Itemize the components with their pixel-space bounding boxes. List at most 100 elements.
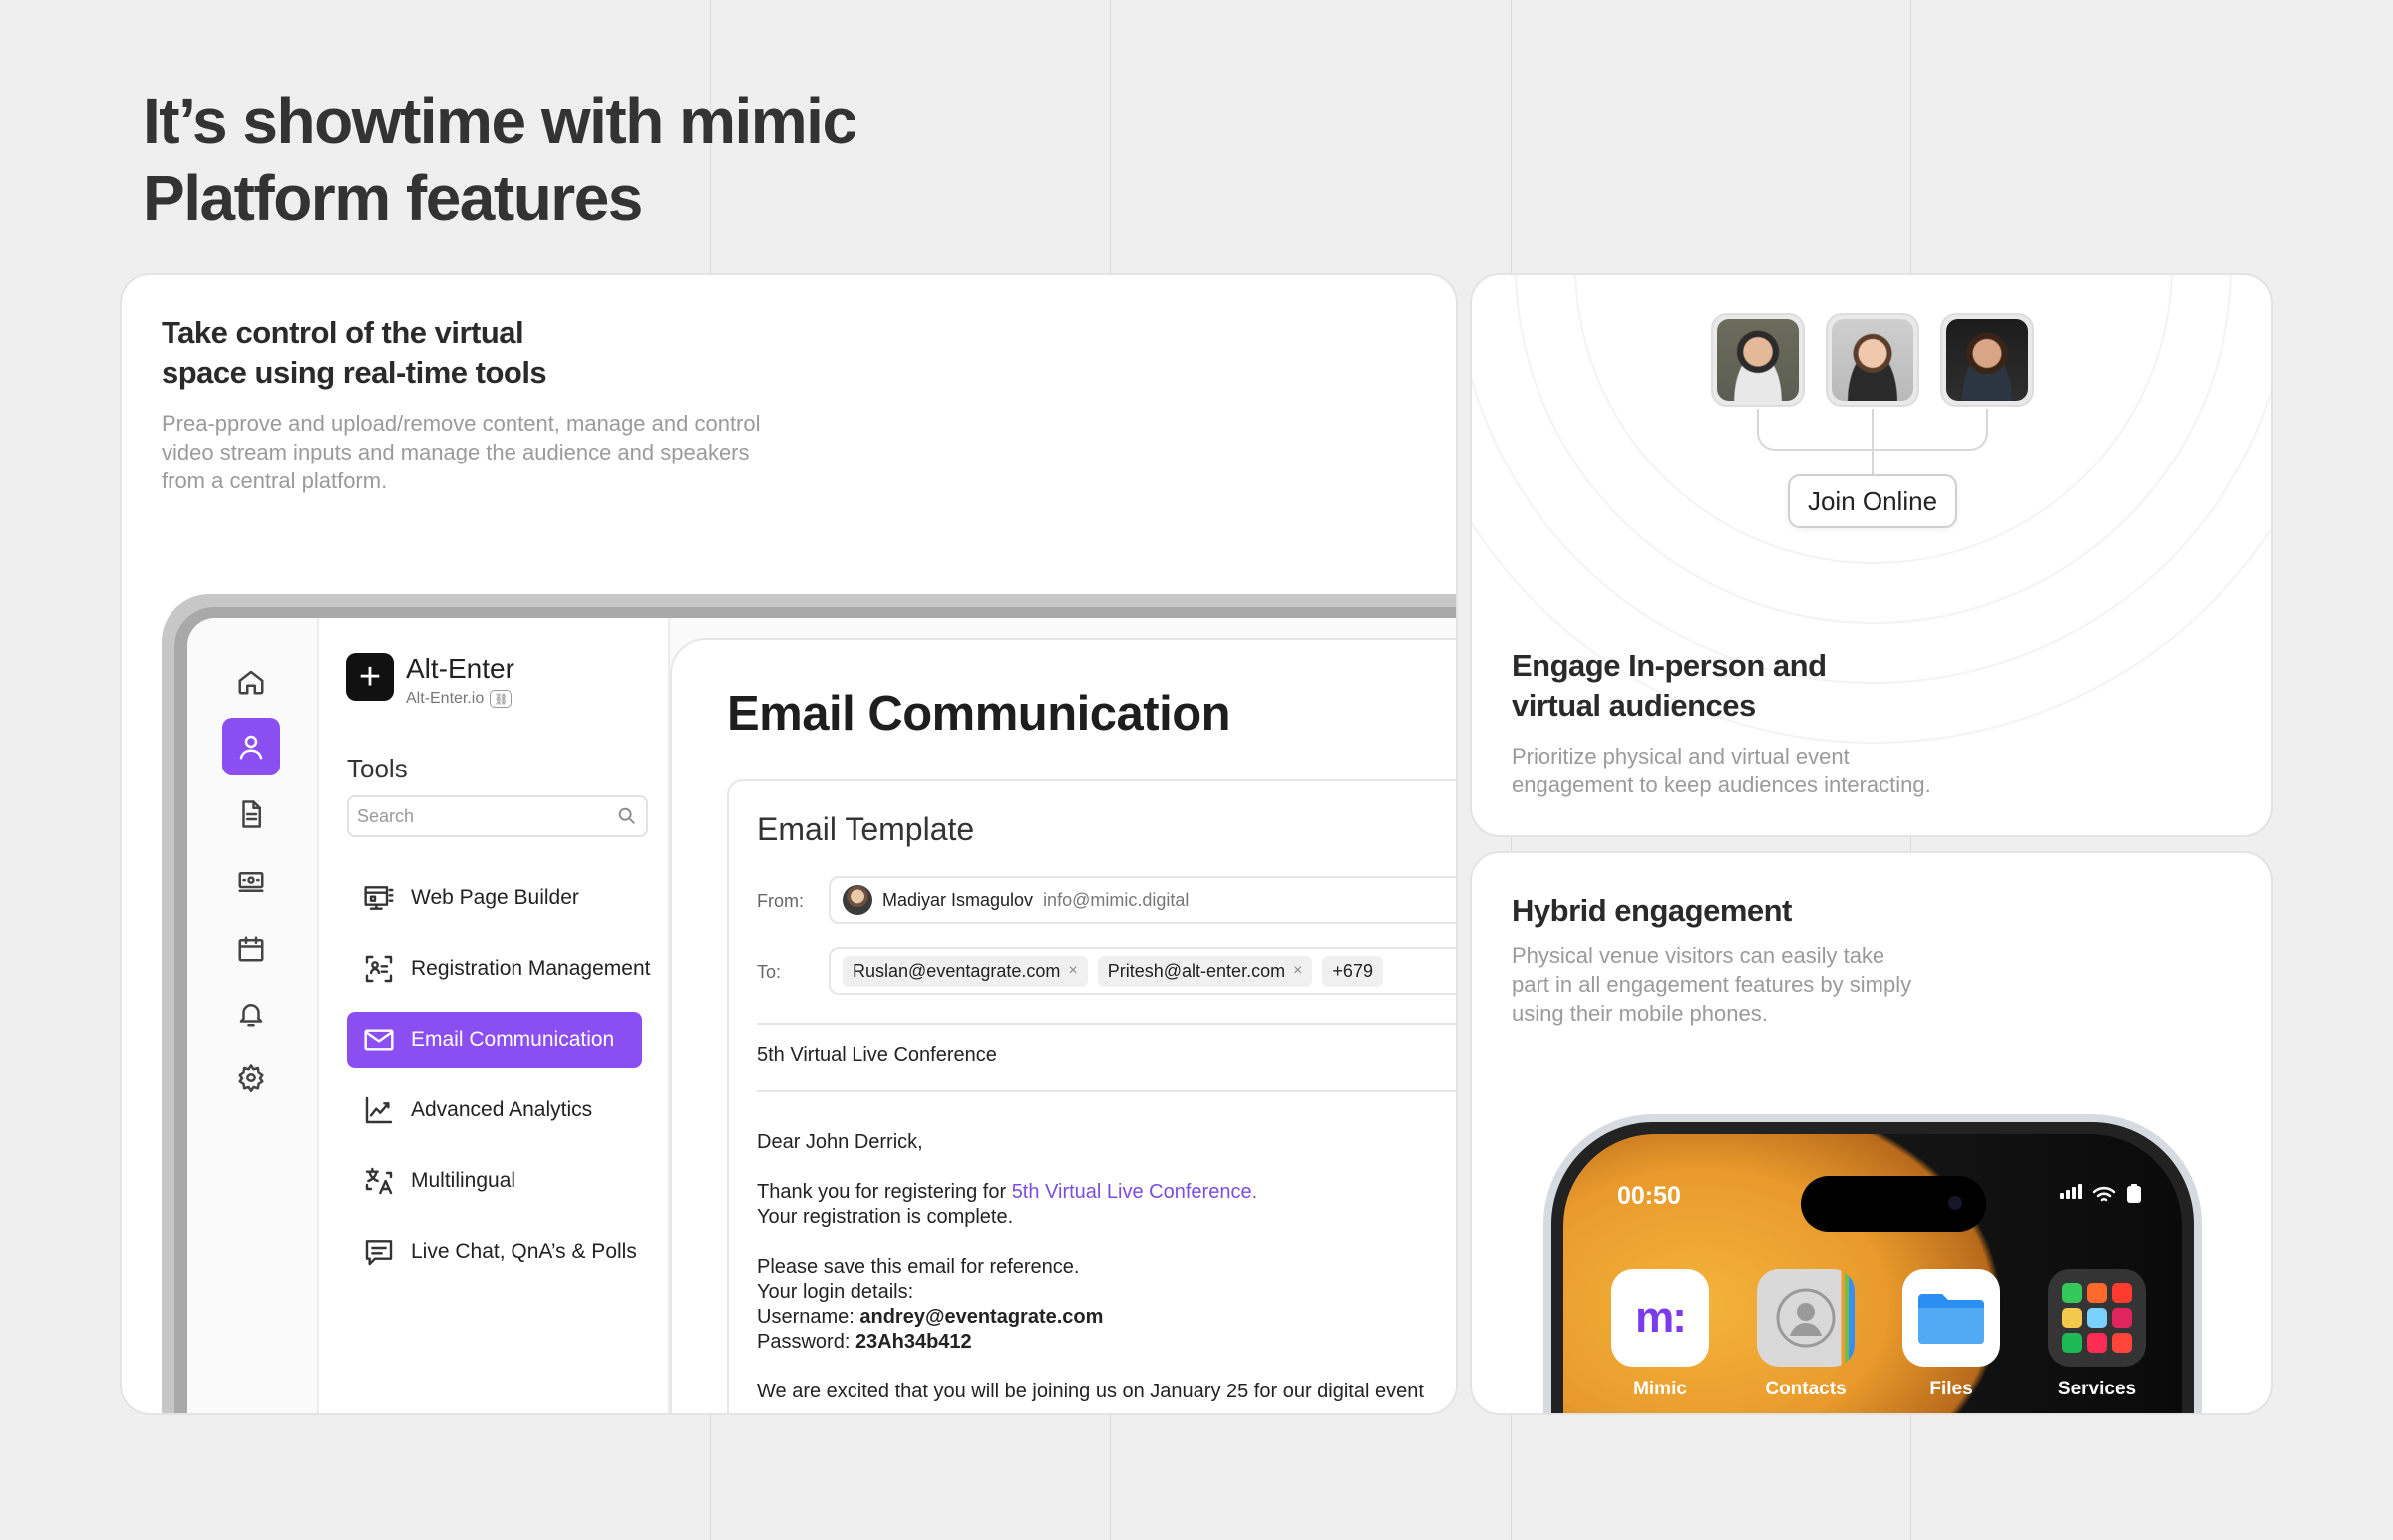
mimic-logo-icon[interactable]: m: [1611, 1269, 1709, 1367]
join-online-button[interactable]: Join Online [1788, 474, 1957, 528]
signal-icon [2060, 1184, 2084, 1204]
card-description: Physical venue visitors can easily take … [1512, 941, 1911, 1028]
app-label: Contacts [1765, 1379, 1847, 1399]
document-icon[interactable] [222, 785, 280, 843]
close-icon[interactable]: × [1293, 962, 1302, 980]
connector-line [1757, 409, 1873, 451]
status-time: 00:50 [1617, 1182, 1681, 1210]
wifi-icon [2092, 1187, 2116, 1202]
link-icon[interactable]: ⛓ [490, 690, 513, 708]
avatar [843, 885, 872, 915]
org-name: Alt-Enter [406, 653, 514, 684]
page-title-line: It’s showtime with mimic [143, 85, 857, 156]
page-title: It’s showtime with mimic Platform featur… [143, 82, 857, 237]
email-closing: We are excited that you will be joining … [757, 1381, 1424, 1402]
search-input[interactable] [349, 797, 598, 835]
email-template-title: Email Template [757, 811, 975, 847]
card-title: Take control of the virtual space using … [162, 313, 547, 393]
connector-line [1873, 409, 1988, 451]
phone-mockup: 00:50 m: Mimic Contacts Files Services [1543, 1114, 2202, 1413]
card-description-line: Prioritize physical and virtual event [1512, 744, 1850, 769]
folder-icon[interactable] [1902, 1269, 2000, 1367]
email-save-note: Please save this email for reference. [757, 1256, 1080, 1278]
search-icon[interactable] [616, 805, 638, 827]
contacts-icon[interactable] [1757, 1269, 1855, 1367]
recipient-chip[interactable]: Pritesh@alt-enter.com × [1097, 955, 1313, 987]
from-field[interactable]: Madiyar Ismagulov info@mimic.digital [829, 876, 1456, 924]
chat-icon [365, 1240, 393, 1266]
tool-label: Live Chat, QnA’s & Polls [411, 1240, 637, 1263]
status-icons [2060, 1184, 2144, 1204]
from-name: Madiyar Ismagulov [882, 889, 1034, 910]
card-title: Hybrid engagement [1512, 891, 1792, 931]
tool-label: Multilingual [411, 1169, 516, 1192]
attendee-avatar [1940, 313, 2034, 407]
main-content: Email Communication Email Template From:… [670, 618, 1456, 1413]
close-icon[interactable]: × [1068, 962, 1077, 980]
card-title-line: Take control of the virtual [162, 315, 524, 350]
password-label: Password: [757, 1331, 855, 1353]
services-folder-icon[interactable] [2048, 1269, 2146, 1367]
divider [757, 1023, 1456, 1025]
tool-label: Email Communication [411, 1028, 615, 1051]
gear-icon[interactable] [222, 1049, 280, 1106]
email-thanks-text: Thank you for registering for [757, 1181, 1012, 1203]
mimic-logo-text: m: [1635, 1293, 1687, 1342]
card-title: Engage In-person and virtual audiences [1512, 646, 1827, 726]
card-description-line: using their mobile phones. [1512, 1001, 1768, 1026]
translate-icon [365, 1167, 393, 1195]
card-title-line: space using real-time tools [162, 355, 547, 390]
app-label: Services [2057, 1379, 2137, 1399]
tool-registration-management[interactable]: Registration Management [347, 941, 650, 997]
tool-multilingual[interactable]: Multilingual [347, 1153, 642, 1209]
org-logo: + [346, 653, 394, 701]
tool-label: Web Page Builder [411, 886, 579, 909]
phone-screen: 00:50 m: Mimic Contacts Files Services [1563, 1134, 2182, 1413]
app-label: Mimic [1633, 1379, 1687, 1399]
camera-icon [1948, 1196, 1962, 1210]
tool-label: Registration Management [411, 957, 651, 980]
org-domain: Alt-Enter.io ⛓ [406, 690, 513, 708]
org-domain-text: Alt-Enter.io [406, 690, 485, 707]
email-complete: Your registration is complete. [757, 1206, 1014, 1228]
tools-search [347, 795, 648, 837]
page-title-line: Platform features [143, 162, 643, 234]
from-email: info@mimic.digital [1043, 889, 1190, 910]
app-label: Files [1929, 1379, 1973, 1399]
event-link[interactable]: 5th Virtual Live Conference. [1012, 1181, 1257, 1203]
control-feature-card: Take control of the virtual space using … [120, 273, 1458, 1415]
email-subject[interactable]: 5th Virtual Live Conference [757, 1044, 997, 1067]
email-greeting: Dear John Derrick, [757, 1131, 923, 1153]
email-body[interactable]: Dear John Derrick, Thank you for registe… [757, 1130, 1424, 1404]
email-login-details: Your login details: [757, 1281, 914, 1303]
engage-feature-card: Join Online Engage In-person and virtual… [1470, 273, 2273, 837]
calendar-icon[interactable] [222, 920, 280, 978]
home-icon[interactable] [222, 653, 280, 711]
tools-heading: Tools [347, 754, 408, 783]
user-icon[interactable] [222, 718, 280, 775]
hybrid-feature-card: Hybrid engagement Physical venue visitor… [1470, 851, 2273, 1415]
email-template-panel: Email Template From: Madiyar Ismagulov i… [727, 779, 1456, 1413]
app-window: + Alt-Enter Alt-Enter.io ⛓ Tools Web Pag… [187, 618, 1456, 1413]
icon-rail [187, 618, 319, 1413]
main-panel: Email Communication Email Template From:… [670, 638, 1456, 1413]
card-title-line: virtual audiences [1512, 688, 1756, 723]
card-description-line: Prea-pprove and upload/remove content, m… [162, 411, 761, 436]
device-bezel: + Alt-Enter Alt-Enter.io ⛓ Tools Web Pag… [174, 607, 1456, 1413]
to-field[interactable]: Ruslan@eventagrate.com × Pritesh@alt-ent… [829, 947, 1456, 995]
tool-advanced-analytics[interactable]: Advanced Analytics [347, 1082, 642, 1138]
username-value: andrey@eventagrate.com [859, 1306, 1104, 1328]
card-description: Prioritize physical and virtual event en… [1512, 742, 1931, 799]
tool-live-chat[interactable]: Live Chat, QnA’s & Polls [347, 1224, 642, 1280]
email-thanks: Thank you for registering for 5th Virtua… [757, 1180, 1424, 1205]
tool-email-communication[interactable]: Email Communication [347, 1012, 642, 1068]
to-label: To: [757, 962, 782, 982]
device-frame: + Alt-Enter Alt-Enter.io ⛓ Tools Web Pag… [162, 594, 1456, 1413]
divider [757, 1090, 1456, 1092]
tool-web-page-builder[interactable]: Web Page Builder [347, 870, 642, 926]
more-recipients-badge[interactable]: +679 [1322, 955, 1383, 987]
recipient-chip[interactable]: Ruslan@eventagrate.com × [843, 955, 1088, 987]
bell-icon[interactable] [222, 985, 280, 1043]
ticket-icon[interactable] [222, 853, 280, 911]
envelope-icon [364, 1029, 394, 1051]
